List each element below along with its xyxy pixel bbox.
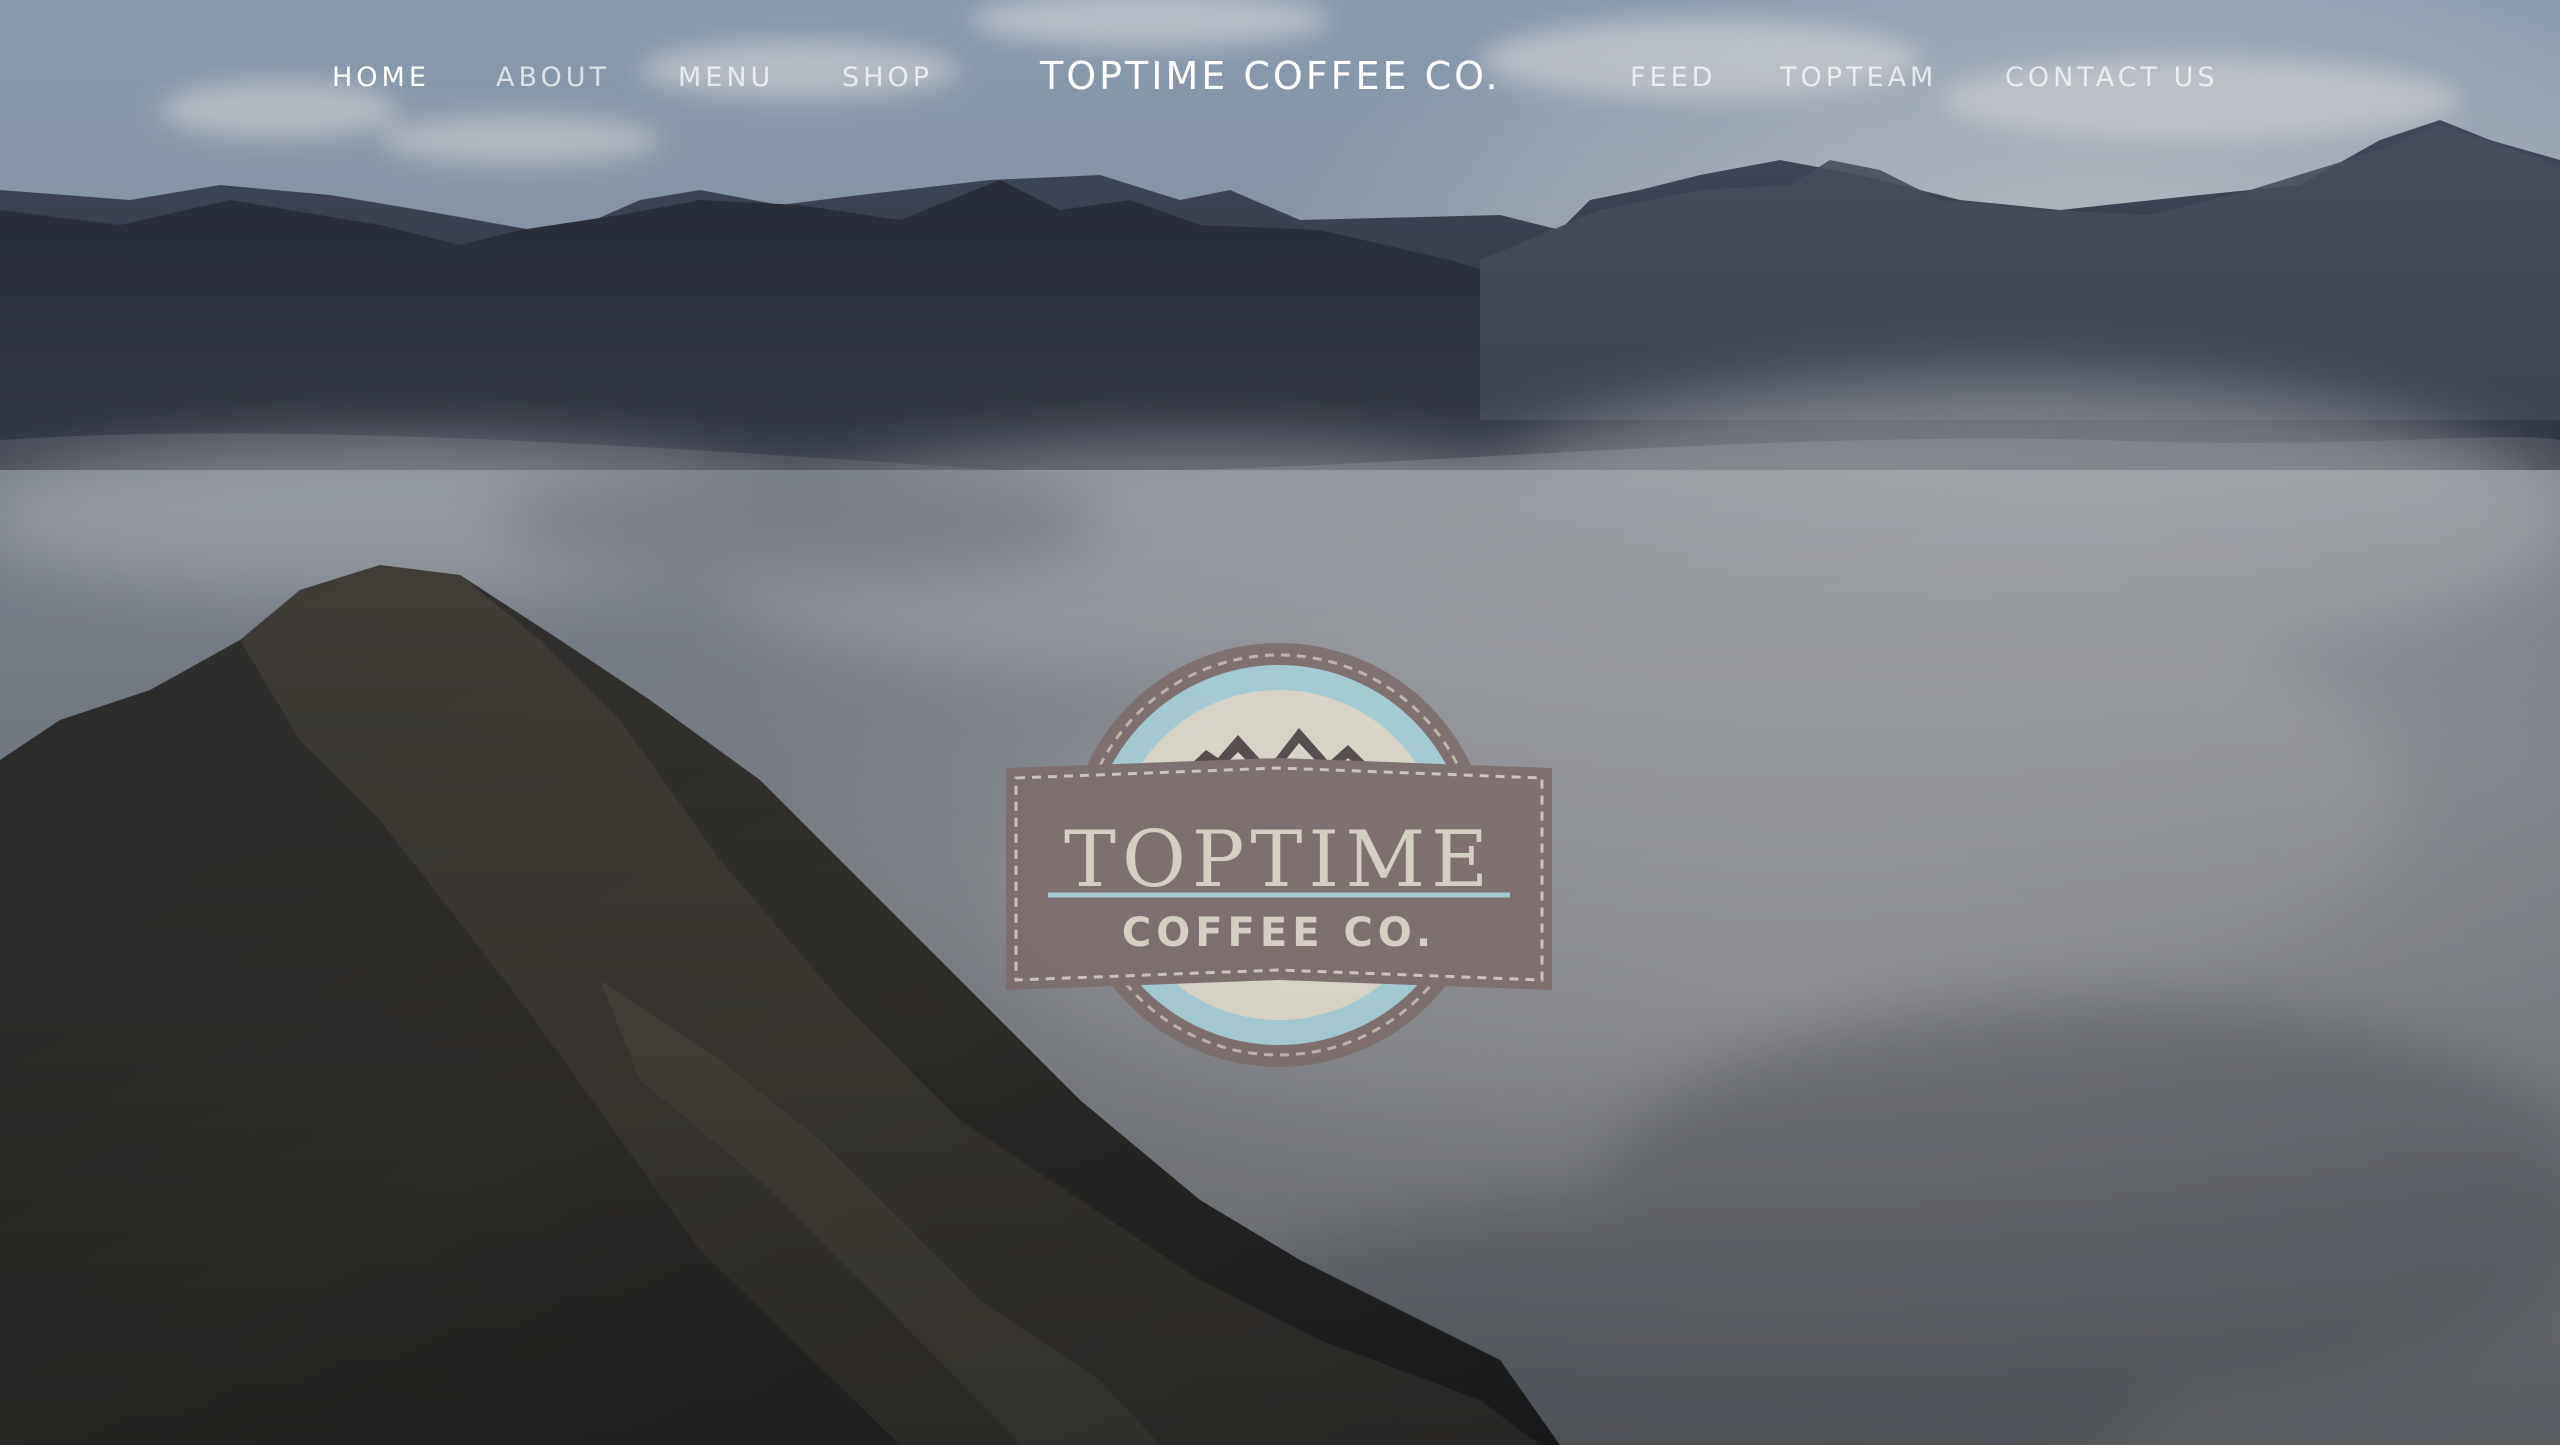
nav-link-feed[interactable]: FEED (1630, 62, 1716, 93)
nav-link-menu[interactable]: MENU (678, 62, 774, 93)
toptime-coffee-logo[interactable]: TopTime COFFEE CO. (1006, 640, 1552, 1070)
logo-line2: COFFEE CO. (1121, 910, 1437, 956)
hero-section: HOME ABOUT MENU SHOP TOPTIME COFFEE CO. … (0, 0, 2560, 1445)
site-brand-title[interactable]: TOPTIME COFFEE CO. (1040, 54, 1501, 98)
nav-link-about[interactable]: ABOUT (496, 62, 610, 93)
nav-link-home[interactable]: HOME (332, 62, 430, 93)
nav-link-shop[interactable]: SHOP (842, 62, 933, 93)
nav-link-contact-us[interactable]: CONTACT US (2005, 62, 2219, 93)
top-navigation: HOME ABOUT MENU SHOP TOPTIME COFFEE CO. … (0, 0, 2560, 160)
nav-link-topteam[interactable]: TOPTEAM (1780, 62, 1937, 93)
logo-line1: TopTime (1063, 815, 1495, 905)
